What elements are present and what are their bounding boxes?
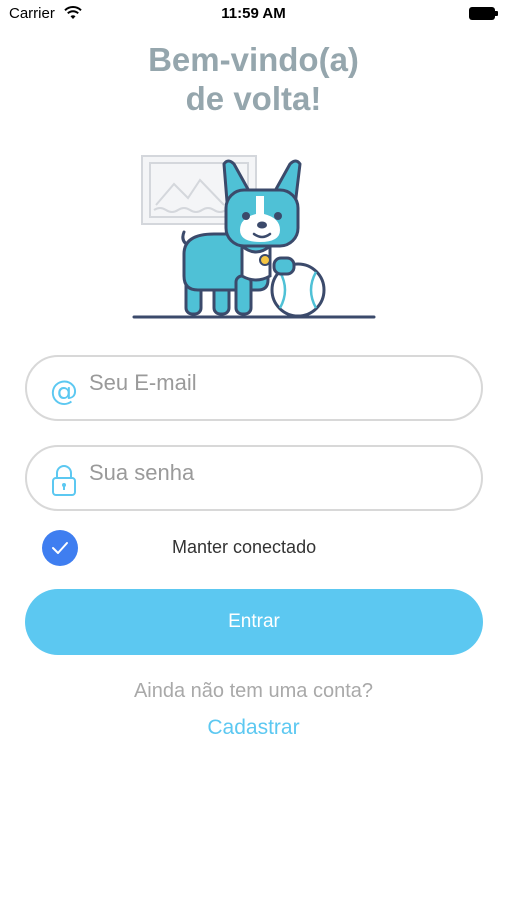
title-line-1: Bem-vindo(a) (148, 41, 359, 78)
status-bar: Carrier 11:59 AM (0, 0, 507, 28)
no-account-text: Ainda não tem uma conta? (133, 680, 374, 702)
page-title: Bem-vindo(a) de volta! (0, 40, 507, 118)
signup-link[interactable]: Cadastrar (0, 716, 507, 740)
login-button[interactable]: Entrar (25, 589, 483, 655)
password-field[interactable]: Sua senha (25, 445, 483, 511)
lock-icon (49, 463, 79, 496)
keep-connected-checkbox[interactable] (42, 530, 78, 566)
battery-icon (469, 7, 498, 20)
keep-connected-label: Manter conectado (172, 537, 317, 557)
dog-with-ball-illustration (128, 150, 378, 322)
status-time: 11:59 AM (221, 5, 286, 22)
svg-text:@: @ (50, 374, 78, 405)
password-placeholder: Sua senha (89, 460, 195, 485)
at-icon: @ (49, 373, 79, 407)
email-field[interactable]: @ Seu E-mail (25, 355, 483, 421)
email-placeholder: Seu E-mail (89, 370, 197, 395)
title-line-2: de volta! (185, 80, 322, 117)
checkmark-icon (52, 542, 68, 554)
